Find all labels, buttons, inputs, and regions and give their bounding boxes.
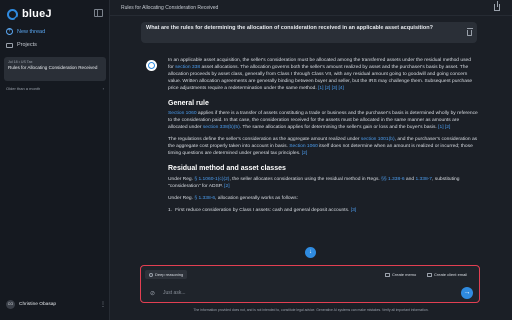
older-threads-toggle[interactable]: Older than a month › — [6, 86, 104, 91]
text: The regulations define the seller's cons… — [168, 137, 361, 143]
citation-link[interactable]: 1.338-7 — [415, 177, 432, 182]
delete-icon[interactable] — [466, 28, 473, 36]
create-email-button[interactable]: Create client email — [427, 272, 467, 277]
plus-icon: + — [6, 28, 13, 35]
sidebar: blueJ + New thread Projects Jul 18 • US … — [0, 0, 110, 320]
memo-icon — [385, 272, 390, 277]
new-thread-label: New thread — [17, 28, 46, 35]
assistant-answer: In an applicable asset acquisition, the … — [168, 58, 478, 214]
disclaimer: The information provided does not, and i… — [193, 308, 429, 312]
user-menu-icon[interactable]: ⋮ — [100, 301, 106, 308]
ask-input[interactable] — [163, 288, 443, 297]
scroll-down-button[interactable]: ↓ — [305, 247, 316, 258]
send-button[interactable]: → — [461, 287, 473, 299]
text: Under Reg. — [168, 195, 195, 201]
create-email-label: Create client email — [434, 272, 468, 277]
collapse-sidebar-icon[interactable] — [94, 9, 103, 17]
assistant-avatar-icon — [146, 60, 157, 71]
text: , the seller allocates consideration usi… — [229, 176, 382, 182]
citation-link[interactable]: § 1.1060-1(c)(2) — [194, 177, 229, 182]
new-thread-button[interactable]: + New thread — [6, 28, 45, 35]
citation-link[interactable]: section 338(b)(5) — [203, 125, 240, 130]
list-item: 1. First reduce consideration by Class I… — [168, 208, 478, 215]
list-item-text: First reduce consideration by Class I as… — [175, 208, 356, 215]
reasoning-icon — [149, 272, 153, 277]
general-paragraph-1: Section 1060 applies if there is a trans… — [168, 111, 478, 132]
citation-link[interactable]: §§ 1.338-6 — [381, 177, 404, 182]
page-title: Rules for Allocating Consideration Recei… — [121, 5, 219, 11]
residual-paragraph-1: Under Reg. § 1.1060-1(c)(2), the seller … — [168, 177, 478, 191]
deep-reasoning-toggle[interactable]: Deep reasoning — [145, 270, 188, 279]
general-paragraph-2: The regulations define the seller's cons… — [168, 137, 478, 158]
residual-paragraph-2: Under Reg. § 1.338-6, allocation general… — [168, 196, 478, 203]
brand-logo[interactable]: blueJ — [7, 8, 52, 20]
citation-link[interactable]: section 338 — [175, 65, 200, 70]
avatar: CO — [6, 300, 15, 309]
citation-link[interactable]: section 1001(b) — [361, 137, 395, 142]
share-icon[interactable] — [494, 1, 500, 11]
text: , allocation generally works as follows: — [215, 195, 298, 201]
user-profile[interactable]: CO Christine Obasap — [6, 300, 56, 309]
text: Under Reg. — [168, 176, 195, 182]
heading-residual-method: Residual method and asset classes — [168, 164, 286, 172]
reference-links[interactable]: [2] — [224, 184, 229, 189]
create-memo-label: Create memo — [392, 272, 417, 277]
projects-button[interactable]: Projects — [6, 42, 37, 48]
bluej-logo-icon — [7, 8, 18, 20]
citation-link[interactable]: Section 1060 — [289, 144, 318, 149]
folder-icon — [6, 42, 13, 48]
text: . The same allocation applies for determ… — [239, 125, 439, 131]
text: First reduce consideration by Class I as… — [175, 207, 351, 213]
create-memo-button[interactable]: Create memo — [385, 272, 416, 277]
chevron-right-icon: › — [102, 86, 104, 91]
reference-links[interactable]: [1] [2] [3] [4] — [318, 86, 344, 91]
attach-icon[interactable]: ⊘ — [150, 290, 155, 297]
older-label: Older than a month — [6, 86, 41, 91]
projects-label: Projects — [17, 42, 37, 48]
answer-intro: In an applicable asset acquisition, the … — [168, 58, 478, 93]
user-question: What are the rules for determining the a… — [141, 22, 477, 43]
thread-meta: Jul 18 • US Tax — [8, 60, 33, 64]
thread-title: Rules for Allocating Consideration Recei… — [8, 65, 98, 70]
deep-reasoning-label: Deep reasoning — [155, 272, 184, 277]
user-name: Christine Obasap — [19, 302, 57, 307]
reference-links[interactable]: [3] — [351, 208, 356, 213]
composer: Deep reasoning Create memo Create client… — [140, 265, 480, 303]
list-number: 1. — [168, 207, 173, 213]
thread-item[interactable]: Jul 18 • US Tax Rules for Allocating Con… — [4, 57, 106, 81]
reference-links[interactable]: [1] [2] — [438, 125, 450, 130]
heading-general-rule: General rule — [168, 99, 209, 107]
email-icon — [427, 272, 432, 277]
reference-links[interactable]: [2] — [302, 151, 307, 156]
citation-link[interactable]: Section 1060 — [168, 111, 197, 116]
text: and — [404, 176, 416, 182]
citation-link[interactable]: § 1.338-6 — [194, 196, 215, 201]
top-bar: Rules for Allocating Consideration Recei… — [110, 0, 512, 16]
brand-name: blueJ — [22, 8, 52, 20]
